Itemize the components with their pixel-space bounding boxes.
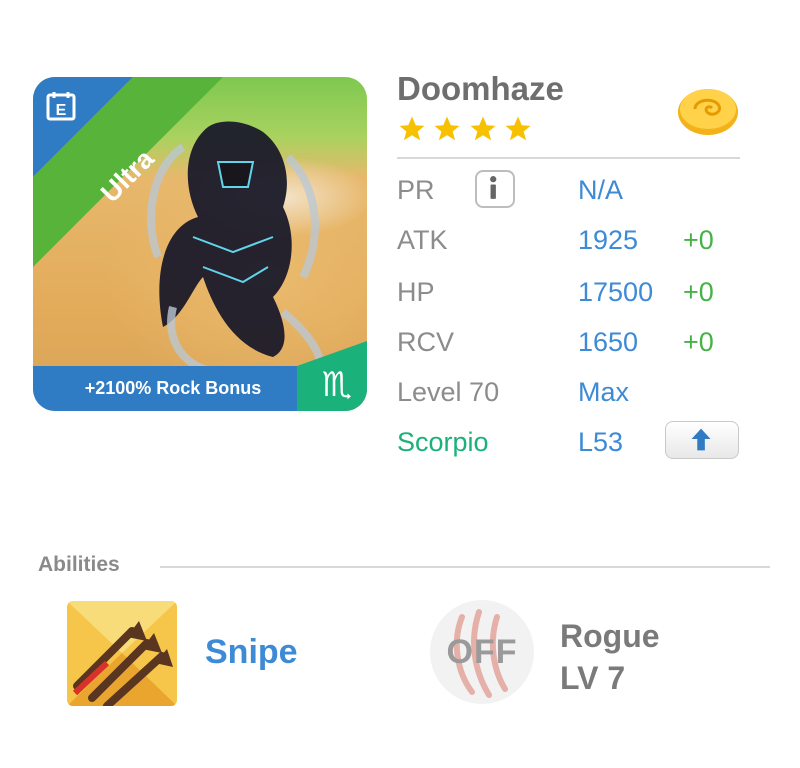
edit-icon-letter: E: [56, 102, 67, 119]
skill-icon[interactable]: [67, 601, 177, 706]
stat-level-value: Max: [578, 377, 630, 407]
abilities-title: Abilities: [38, 553, 120, 576]
stat-zodiac-label: Scorpio: [397, 427, 489, 457]
zodiac-scorpio-icon: ♏: [297, 341, 367, 411]
upgrade-button[interactable]: [665, 421, 739, 459]
star-icon: [399, 116, 425, 141]
stat-rcv-value: 1650: [578, 327, 639, 357]
coin-icon[interactable]: [675, 82, 741, 138]
stat-pr-label: PR: [397, 175, 435, 205]
abilities-divider: [160, 566, 770, 568]
monster-figure: [147, 121, 326, 390]
info-icon: [490, 176, 497, 199]
stat-atk-bonus: +0: [683, 225, 714, 255]
stat-hp-value: 17500: [578, 277, 654, 307]
trait-off-label: OFF: [446, 633, 518, 671]
arrow-up-icon: [691, 428, 711, 451]
zodiac-symbol: ♏: [322, 365, 352, 405]
snipe-arrows-icon: [67, 601, 177, 706]
stat-rcv-label: RCV: [397, 327, 455, 357]
trait-name: Rogue: [560, 618, 660, 654]
edit-icon[interactable]: E: [45, 90, 77, 122]
stat-rcv-bonus: +0: [683, 327, 714, 357]
trait-level: LV 7: [560, 660, 626, 696]
stat-zodiac-value: L53: [578, 427, 624, 457]
stat-hp-bonus: +0: [683, 277, 714, 307]
star-icon: [470, 116, 496, 141]
stat-pr-value: N/A: [578, 175, 624, 205]
star-icon: [505, 116, 531, 141]
star-rating: [397, 114, 534, 149]
skill-name[interactable]: Snipe: [205, 633, 298, 672]
monster-card-art[interactable]: E Ultra +2100% Rock Bonus ♏: [33, 77, 367, 411]
stat-level-label: Level 70: [397, 377, 500, 407]
header-divider: [397, 157, 740, 159]
info-button[interactable]: [475, 170, 515, 208]
stat-hp-label: HP: [397, 277, 435, 307]
bonus-text: +2100% Rock Bonus: [84, 378, 262, 398]
stat-atk-label: ATK: [397, 225, 448, 255]
monster-name: Doomhaze: [397, 70, 564, 107]
stat-atk-value: 1925: [578, 225, 639, 255]
star-icon: [434, 116, 460, 141]
